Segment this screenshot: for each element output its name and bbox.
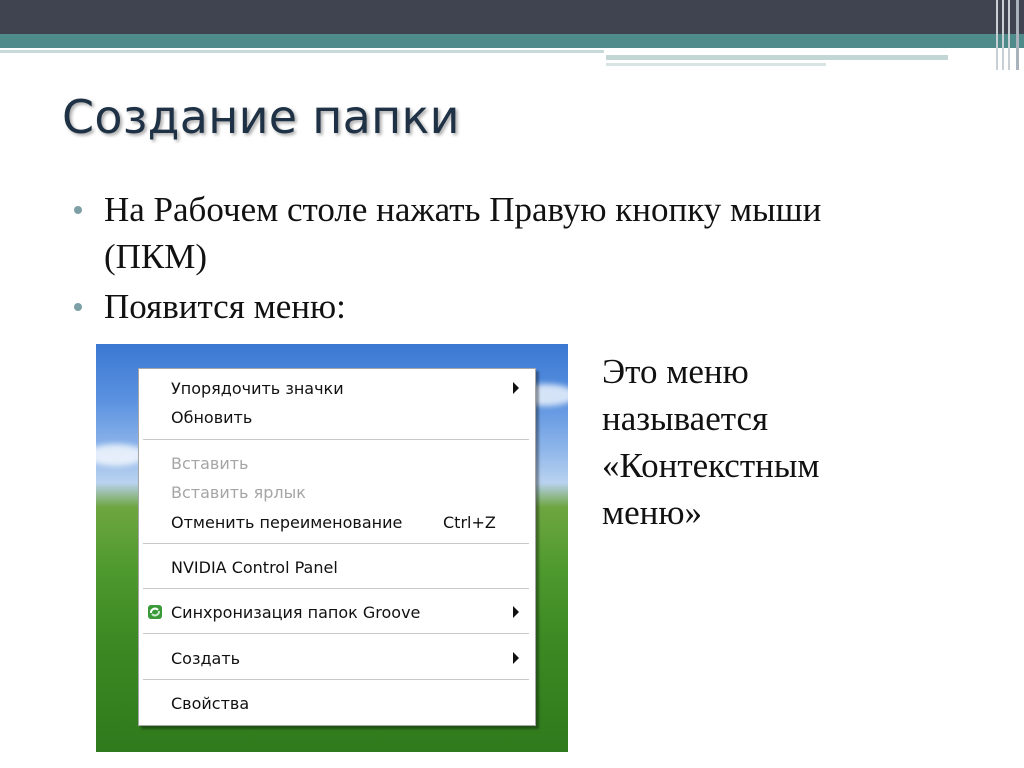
bullet-dot-icon <box>74 206 82 214</box>
menu-item-properties[interactable]: Свойства <box>139 690 535 716</box>
slide-title: Создание папки <box>62 90 460 144</box>
menu-item-label: Вставить ярлык <box>171 483 306 502</box>
header-vertical-line <box>1008 0 1010 70</box>
menu-separator <box>143 679 529 681</box>
menu-item-groove-sync[interactable]: Синхронизация папок Groove <box>139 599 535 625</box>
menu-item-paste-shortcut[interactable]: Вставить ярлык <box>139 479 535 505</box>
menu-item-label: Свойства <box>171 694 250 713</box>
header-band <box>0 0 1024 34</box>
menu-item-undo-rename[interactable]: Отменить переименование Ctrl+Z <box>139 509 535 535</box>
menu-item-arrange-icons[interactable]: Упорядочить значки <box>139 375 535 401</box>
menu-item-label: Синхронизация папок Groove <box>171 603 421 622</box>
menu-item-new[interactable]: Создать <box>139 645 535 671</box>
header-accent-line <box>0 50 604 53</box>
bullet-item: На Рабочем столе нажать Правую кнопку мы… <box>70 186 930 280</box>
menu-separator <box>143 543 529 545</box>
bullet-list: На Рабочем столе нажать Правую кнопку мы… <box>70 186 930 333</box>
bullet-text: Появится меню: <box>104 287 346 326</box>
menu-item-label: Вставить <box>171 454 249 473</box>
caption-line: Это меню <box>602 352 749 391</box>
menu-item-paste[interactable]: Вставить <box>139 450 535 476</box>
bullet-dot-icon <box>74 303 82 311</box>
menu-separator <box>143 633 529 635</box>
menu-item-refresh[interactable]: Обновить <box>139 404 535 430</box>
context-menu-caption: Это меню называется «Контекстным меню» <box>602 348 902 536</box>
header-accent-line <box>606 63 826 66</box>
header-teal-stripe <box>0 34 1024 48</box>
header-vertical-line <box>1002 0 1004 70</box>
submenu-arrow-icon <box>513 606 519 618</box>
bullet-text: На Рабочем столе нажать Правую кнопку мы… <box>104 190 822 276</box>
submenu-arrow-icon <box>513 382 519 394</box>
menu-item-label: Упорядочить значки <box>171 379 344 398</box>
caption-line: называется <box>602 399 769 438</box>
menu-separator <box>143 588 529 590</box>
header-accent-line <box>606 55 948 60</box>
menu-item-label: Отменить переименование <box>171 513 403 532</box>
bullet-item: Появится меню: <box>70 283 930 330</box>
groove-sync-icon <box>148 605 162 619</box>
caption-line: «Контекстным <box>602 446 820 485</box>
caption-line: меню» <box>602 493 703 532</box>
submenu-arrow-icon <box>513 652 519 664</box>
menu-item-label: Обновить <box>171 408 253 427</box>
header-vertical-line <box>996 0 998 70</box>
menu-item-label: NVIDIA Control Panel <box>171 558 338 577</box>
header-vertical-line <box>1016 0 1019 70</box>
menu-separator <box>143 439 529 441</box>
menu-item-shortcut: Ctrl+Z <box>443 513 496 532</box>
context-menu: Упорядочить значки Обновить Вставить Вст… <box>138 368 536 726</box>
menu-item-nvidia-control-panel[interactable]: NVIDIA Control Panel <box>139 554 535 580</box>
menu-item-label: Создать <box>171 649 241 668</box>
